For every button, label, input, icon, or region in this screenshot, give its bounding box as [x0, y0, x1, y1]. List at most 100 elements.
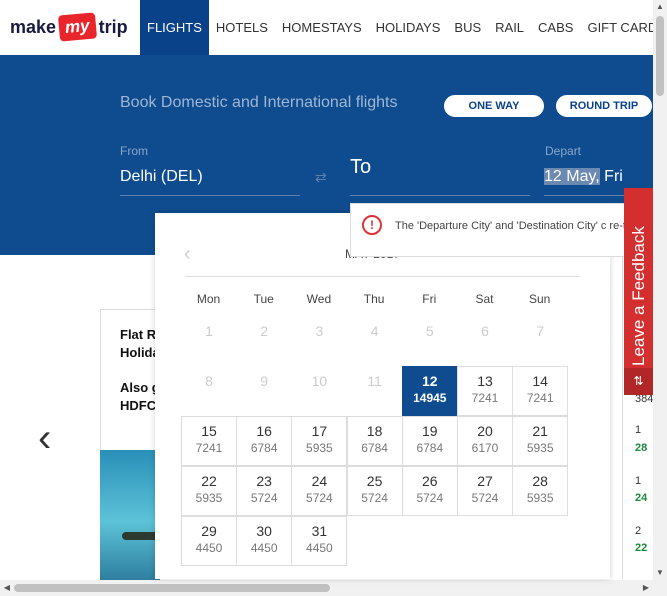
day-number: 31: [311, 523, 328, 539]
day-number: 8: [205, 373, 213, 389]
day-price: 5724: [416, 491, 444, 505]
calendar-day[interactable]: 28 5935: [512, 466, 569, 516]
calendar-day[interactable]: 18 6784: [346, 416, 403, 466]
next-cal-text: 2: [635, 525, 642, 537]
feedback-tab[interactable]: Leave a Feedback ⇅: [624, 188, 653, 395]
nav-cabs[interactable]: CABS: [531, 0, 580, 55]
day-number: 9: [260, 373, 269, 389]
day-number: 12: [422, 373, 438, 389]
day-price: 7241: [471, 391, 499, 405]
nav-homestays[interactable]: HOMESTAYS: [275, 0, 369, 55]
day-number: 26: [422, 473, 438, 489]
depart-date: 12 May,: [544, 168, 600, 185]
calendar-day[interactable]: 27 5724: [457, 466, 513, 516]
day-number: 10: [311, 373, 328, 389]
from-label: From: [120, 144, 148, 158]
calendar-day-disabled: 5: [401, 316, 458, 366]
nav-holidays[interactable]: HOLIDAYS: [369, 0, 448, 55]
day-price: 4450: [306, 541, 333, 555]
day-number: 13: [477, 373, 493, 389]
calendar-day[interactable]: 19 6784: [401, 416, 458, 466]
from-field[interactable]: Delhi (DEL): [120, 168, 203, 186]
logo-trip: trip: [98, 16, 128, 37]
day-number: 29: [201, 523, 217, 539]
calendar-day[interactable]: 21 5935: [512, 416, 569, 466]
day-number: 18: [366, 423, 383, 439]
day-price: 6784: [361, 441, 388, 455]
nav-flights[interactable]: FLIGHTS: [140, 0, 209, 55]
logo-make: make: [10, 16, 57, 37]
day-price: 14945: [413, 391, 447, 405]
to-field[interactable]: To: [350, 156, 371, 179]
day-number: 20: [477, 423, 493, 439]
swap-icon[interactable]: ⇄: [315, 169, 327, 186]
day-number: 1: [205, 323, 213, 339]
weekday-header: Wed: [306, 292, 332, 306]
day-number: 3: [315, 323, 324, 339]
calendar-day[interactable]: 24 5724: [291, 466, 348, 516]
calendar-day[interactable]: 29 4450: [181, 516, 237, 566]
carousel-prev-icon[interactable]: ‹: [38, 418, 51, 458]
day-price: 5724: [306, 491, 333, 505]
day-number: 24: [311, 473, 328, 489]
weekday-header: Thu: [363, 292, 385, 306]
calendar-day[interactable]: 25 5724: [346, 466, 403, 516]
calendar-day-disabled: 1: [181, 316, 237, 366]
day-price: 4450: [250, 541, 278, 555]
calendar-day[interactable]: 31 4450: [291, 516, 348, 566]
one-way-button[interactable]: ONE WAY: [444, 95, 544, 117]
calendar-day[interactable]: 23 5724: [236, 466, 293, 516]
day-number: 16: [256, 423, 272, 439]
promo-line-1: Flat R Holida: [120, 327, 160, 360]
calendar-day[interactable]: 15 7241: [181, 416, 237, 466]
depart-label: Depart: [545, 144, 582, 158]
depart-day: Fri: [599, 168, 623, 185]
calendar-day[interactable]: 30 4450: [236, 516, 293, 566]
scroll-up-icon[interactable]: ▲: [653, 0, 667, 14]
vertical-scroll-thumb[interactable]: [656, 16, 664, 96]
day-price: 5724: [361, 491, 388, 505]
day-price: 5935: [306, 441, 333, 455]
day-number: 4: [370, 323, 379, 339]
weekday-header: Sat: [475, 292, 494, 306]
nav-bus[interactable]: BUS: [447, 0, 488, 55]
next-cal-price: 22: [635, 542, 648, 554]
next-cal-text: 1: [635, 475, 642, 487]
round-trip-button[interactable]: ROUND TRIP: [556, 95, 652, 117]
calendar-day[interactable]: 22 5935: [181, 466, 237, 516]
calendar-day-selected[interactable]: 12 14945: [401, 366, 458, 416]
day-number: 15: [201, 423, 217, 439]
calendar-day-disabled: 2: [236, 316, 293, 366]
horizontal-scrollbar[interactable]: ◀ ▶: [0, 580, 667, 596]
calendar-day-disabled: 10: [291, 366, 348, 416]
prev-month-icon[interactable]: ‹: [184, 243, 191, 266]
day-price: 6784: [250, 441, 278, 455]
calendar-day[interactable]: 14 7241: [512, 366, 569, 416]
day-number: 5: [425, 323, 434, 339]
error-icon: !: [362, 215, 382, 235]
scroll-down-icon[interactable]: ▼: [653, 566, 667, 580]
day-number: 2: [260, 323, 269, 339]
promo-image: [100, 450, 160, 580]
logo[interactable]: make my trip: [10, 12, 128, 42]
scroll-right-icon[interactable]: ▶: [639, 580, 653, 596]
to-underline: [350, 195, 530, 196]
depart-field[interactable]: 12 May, Fri: [544, 168, 623, 186]
day-price: 7241: [195, 441, 223, 455]
nav-rail[interactable]: RAIL: [488, 0, 531, 55]
promo-line-2: Also g HDFC: [120, 380, 160, 413]
day-price: 4450: [195, 541, 223, 555]
scroll-left-icon[interactable]: ◀: [0, 580, 14, 596]
nav-hotels[interactable]: HOTELS: [209, 0, 275, 55]
calendar-day[interactable]: 26 5724: [401, 466, 458, 516]
calendar-day[interactable]: 13 7241: [457, 366, 513, 416]
vertical-scrollbar[interactable]: ▲ ▼: [653, 0, 667, 580]
next-cal-price: 24: [635, 492, 648, 504]
page: make my trip FLIGHTS HOTELS HOMESTAYS HO…: [0, 0, 667, 596]
calendar-day[interactable]: 20 6170: [457, 416, 513, 466]
calendar-day[interactable]: 17 5935: [291, 416, 348, 466]
weekday-header: Mon: [196, 292, 221, 306]
calendar-day[interactable]: 16 6784: [236, 416, 293, 466]
horizontal-scroll-thumb[interactable]: [14, 584, 330, 592]
day-number: 27: [477, 473, 493, 489]
